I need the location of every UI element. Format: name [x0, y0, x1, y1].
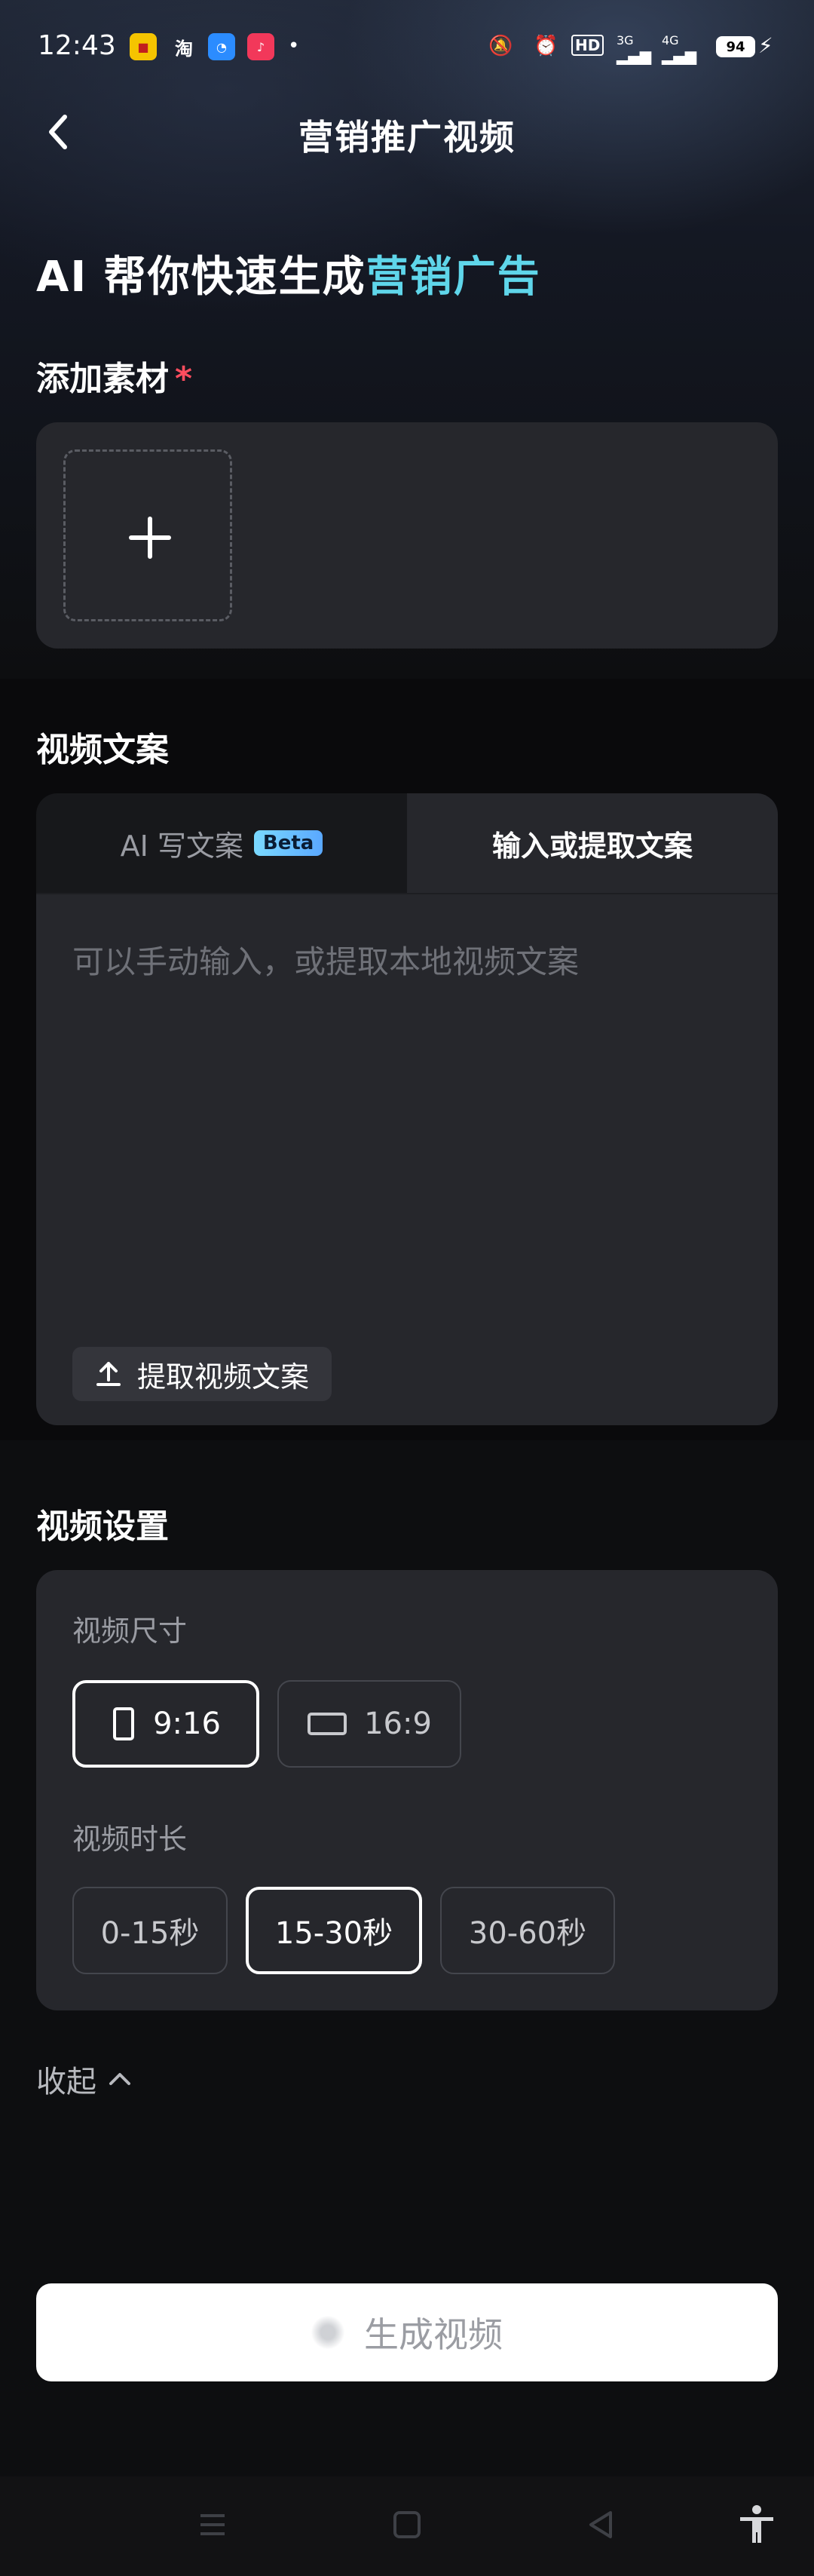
hd-icon: HD — [571, 35, 604, 56]
taobao-icon: 淘 — [175, 38, 193, 60]
add-material-label: 添加素材 * — [36, 351, 192, 400]
size-option-16-9[interactable]: 16:9 — [277, 1680, 461, 1768]
mute-vibrate-icon: 🔕 — [488, 35, 513, 57]
copy-text-area[interactable]: 可以手动输入，或提取本地视频文案 提取视频文案 — [36, 893, 778, 1425]
add-material-label-text: 添加素材 — [36, 360, 169, 398]
signal-icon-1: ▂▄▆ — [617, 47, 652, 65]
headline-accent: 营销广告 — [366, 253, 541, 302]
duration-option-label: 0-15秒 — [100, 1916, 200, 1951]
chevron-up-icon — [109, 2073, 130, 2085]
status-time: 12:43 — [38, 30, 116, 61]
duration-option-label: 30-60秒 — [468, 1916, 587, 1951]
network-4g-icon: 4G — [662, 33, 679, 48]
menu-icon[interactable] — [194, 2507, 231, 2543]
video-copy-label: 视频文案 — [36, 731, 169, 769]
tab-input-extract-label: 输入或提取文案 — [491, 829, 693, 863]
beta-badge: Beta — [253, 830, 323, 856]
copy-placeholder: 可以手动输入，或提取本地视频文案 — [72, 943, 580, 980]
plus-icon-vertical — [148, 517, 152, 559]
more-notifications-icon: • — [288, 35, 300, 57]
generate-video-button[interactable]: 生成视频 — [36, 2283, 778, 2381]
add-material-button[interactable] — [63, 449, 232, 621]
video-size-label: 视频尺寸 — [72, 1615, 188, 1648]
video-settings-label: 视频设置 — [36, 1507, 169, 1546]
cloud-app-icon: ◔ — [208, 33, 235, 60]
video-settings-card: 视频尺寸 9:16 16:9 视频时长 0-15秒 15-30秒 30-60秒 — [36, 1570, 778, 2010]
signal-icon-2: ▂▄▆ — [662, 47, 697, 65]
charging-icon: ⚡ — [758, 33, 773, 58]
battery-indicator: 94 — [716, 36, 755, 57]
headline-prefix: AI 帮你快速生成 — [36, 253, 366, 302]
size-option-9-16[interactable]: 9:16 — [72, 1680, 259, 1768]
page-title: 营销推广视频 — [298, 117, 516, 158]
portrait-icon — [113, 1707, 135, 1740]
status-bar: 12:43 ■ 淘 ◔ ♪ • 🔕 ⏰ HD 3G ▂▄▆ 4G ▂▄▆ 94 … — [0, 0, 814, 98]
tab-input-extract[interactable]: 输入或提取文案 — [407, 793, 778, 893]
tab-ai-write-label: AI 写文案 — [120, 829, 243, 863]
loading-icon — [311, 2316, 344, 2349]
video-duration-label: 视频时长 — [72, 1823, 188, 1856]
back-triangle-icon[interactable] — [583, 2507, 620, 2543]
size-option-label: 9:16 — [153, 1707, 221, 1741]
copy-tabs: AI 写文案 Beta 输入或提取文案 可以手动输入，或提取本地视频文案 提取视… — [36, 793, 778, 1425]
alarm-icon: ⏰ — [534, 35, 558, 57]
generate-video-label: 生成视频 — [364, 2314, 503, 2355]
notification-app-icon: ■ — [130, 33, 157, 60]
music-icon: ♪ — [247, 33, 274, 60]
collapse-toggle[interactable]: 收起 — [36, 2057, 133, 2101]
extract-copy-button[interactable]: 提取视频文案 — [72, 1347, 332, 1401]
size-option-label: 16:9 — [364, 1707, 432, 1741]
system-nav-bar — [0, 2476, 814, 2576]
collapse-label: 收起 — [36, 2065, 96, 2099]
required-mark: * — [175, 360, 193, 398]
duration-option-15-30[interactable]: 15-30秒 — [246, 1887, 422, 1974]
accessibility-icon[interactable] — [736, 2504, 778, 2546]
network-3g-icon: 3G — [617, 33, 634, 48]
duration-option-30-60[interactable]: 30-60秒 — [440, 1887, 615, 1974]
upload-icon — [96, 1362, 121, 1386]
headline: AI 帮你快速生成营销广告 — [36, 243, 541, 304]
landscape-icon — [308, 1713, 347, 1735]
home-icon[interactable] — [389, 2507, 425, 2543]
upload-card — [36, 422, 778, 649]
duration-option-label: 15-30秒 — [274, 1916, 393, 1951]
extract-copy-label: 提取视频文案 — [137, 1360, 310, 1394]
tab-ai-write[interactable]: AI 写文案 Beta — [36, 793, 407, 893]
duration-option-0-15[interactable]: 0-15秒 — [72, 1887, 228, 1974]
